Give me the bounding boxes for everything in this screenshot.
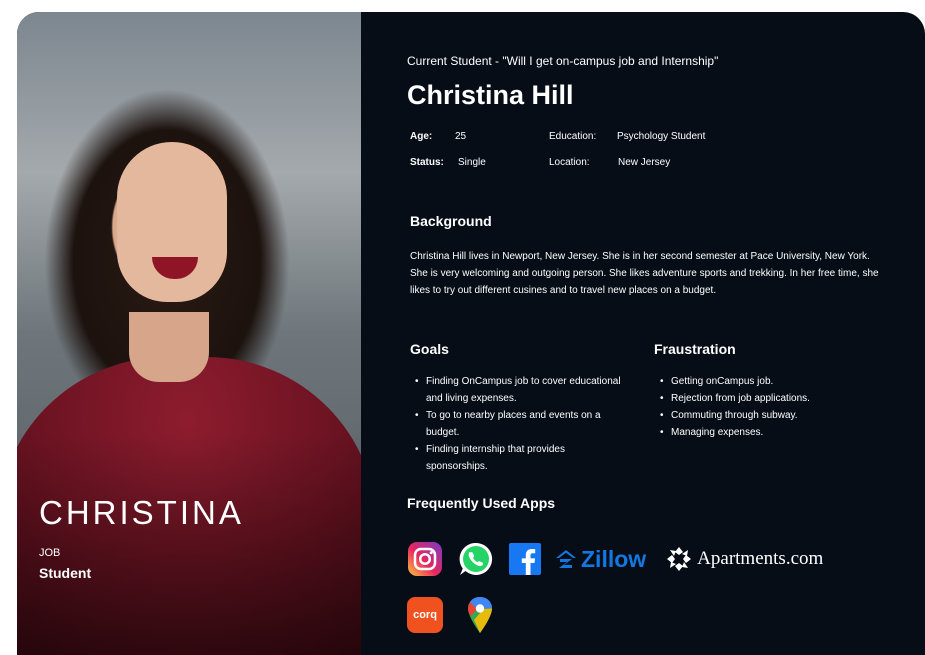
frustration-item: Commuting through subway. bbox=[655, 407, 885, 424]
age-label: Age: bbox=[410, 131, 433, 142]
frustration-list: Getting onCampus job. Rejection from job… bbox=[655, 373, 885, 441]
status-value: Single bbox=[458, 157, 486, 168]
apartments-com-logo: Apartments.com bbox=[666, 546, 823, 572]
persona-details: Current Student - "Will I get on-campus … bbox=[361, 12, 925, 655]
corq-label: corq bbox=[413, 609, 437, 621]
goals-title: Goals bbox=[410, 341, 449, 357]
background-title: Background bbox=[410, 213, 492, 229]
location-label: Location: bbox=[549, 157, 590, 168]
persona-card: CHRISTINA JOB Student Current Student - … bbox=[17, 12, 925, 655]
google-maps-icon bbox=[467, 596, 493, 634]
status-label: Status: bbox=[410, 157, 444, 168]
photo-neck bbox=[129, 312, 209, 382]
goals-item: To go to nearby places and events on a b… bbox=[410, 407, 625, 441]
persona-subtitle: Current Student - "Will I get on-campus … bbox=[407, 54, 719, 68]
photo-job-value: Student bbox=[39, 565, 92, 581]
age-value: 25 bbox=[455, 131, 467, 142]
apps-row-2: corq bbox=[407, 596, 493, 634]
zillow-logo: Zillow bbox=[555, 546, 646, 573]
persona-name: Christina Hill bbox=[407, 80, 574, 110]
goals-list: Finding OnCampus job to cover educationa… bbox=[410, 373, 625, 475]
location-value: New Jersey bbox=[618, 157, 671, 168]
apartments-com-label: Apartments.com bbox=[697, 548, 824, 569]
frustration-item: Rejection from job applications. bbox=[655, 390, 885, 407]
facebook-icon bbox=[509, 543, 541, 575]
frustration-item: Getting onCampus job. bbox=[655, 373, 885, 390]
photo-name-overlay: CHRISTINA bbox=[39, 494, 244, 531]
education-label: Education: bbox=[549, 131, 597, 142]
goals-item: Finding internship that provides sponsor… bbox=[410, 441, 625, 475]
persona-photo: CHRISTINA JOB Student bbox=[17, 12, 361, 655]
apps-title: Frequently Used Apps bbox=[407, 495, 556, 511]
instagram-icon bbox=[407, 541, 443, 577]
whatsapp-icon bbox=[457, 540, 495, 578]
apps-row-1: Zillow Apartments.com bbox=[407, 540, 823, 578]
education-value: Psychology Student bbox=[617, 131, 706, 142]
photo-shade bbox=[17, 432, 361, 655]
goals-item: Finding OnCampus job to cover educationa… bbox=[410, 373, 625, 407]
corq-icon: corq bbox=[407, 597, 443, 633]
frustration-title: Fraustration bbox=[654, 341, 736, 357]
zillow-label: Zillow bbox=[581, 545, 647, 572]
frustration-item: Managing expenses. bbox=[655, 424, 885, 441]
background-text: Christina Hill lives in Newport, New Jer… bbox=[410, 251, 879, 296]
photo-job-label: JOB bbox=[39, 547, 61, 559]
